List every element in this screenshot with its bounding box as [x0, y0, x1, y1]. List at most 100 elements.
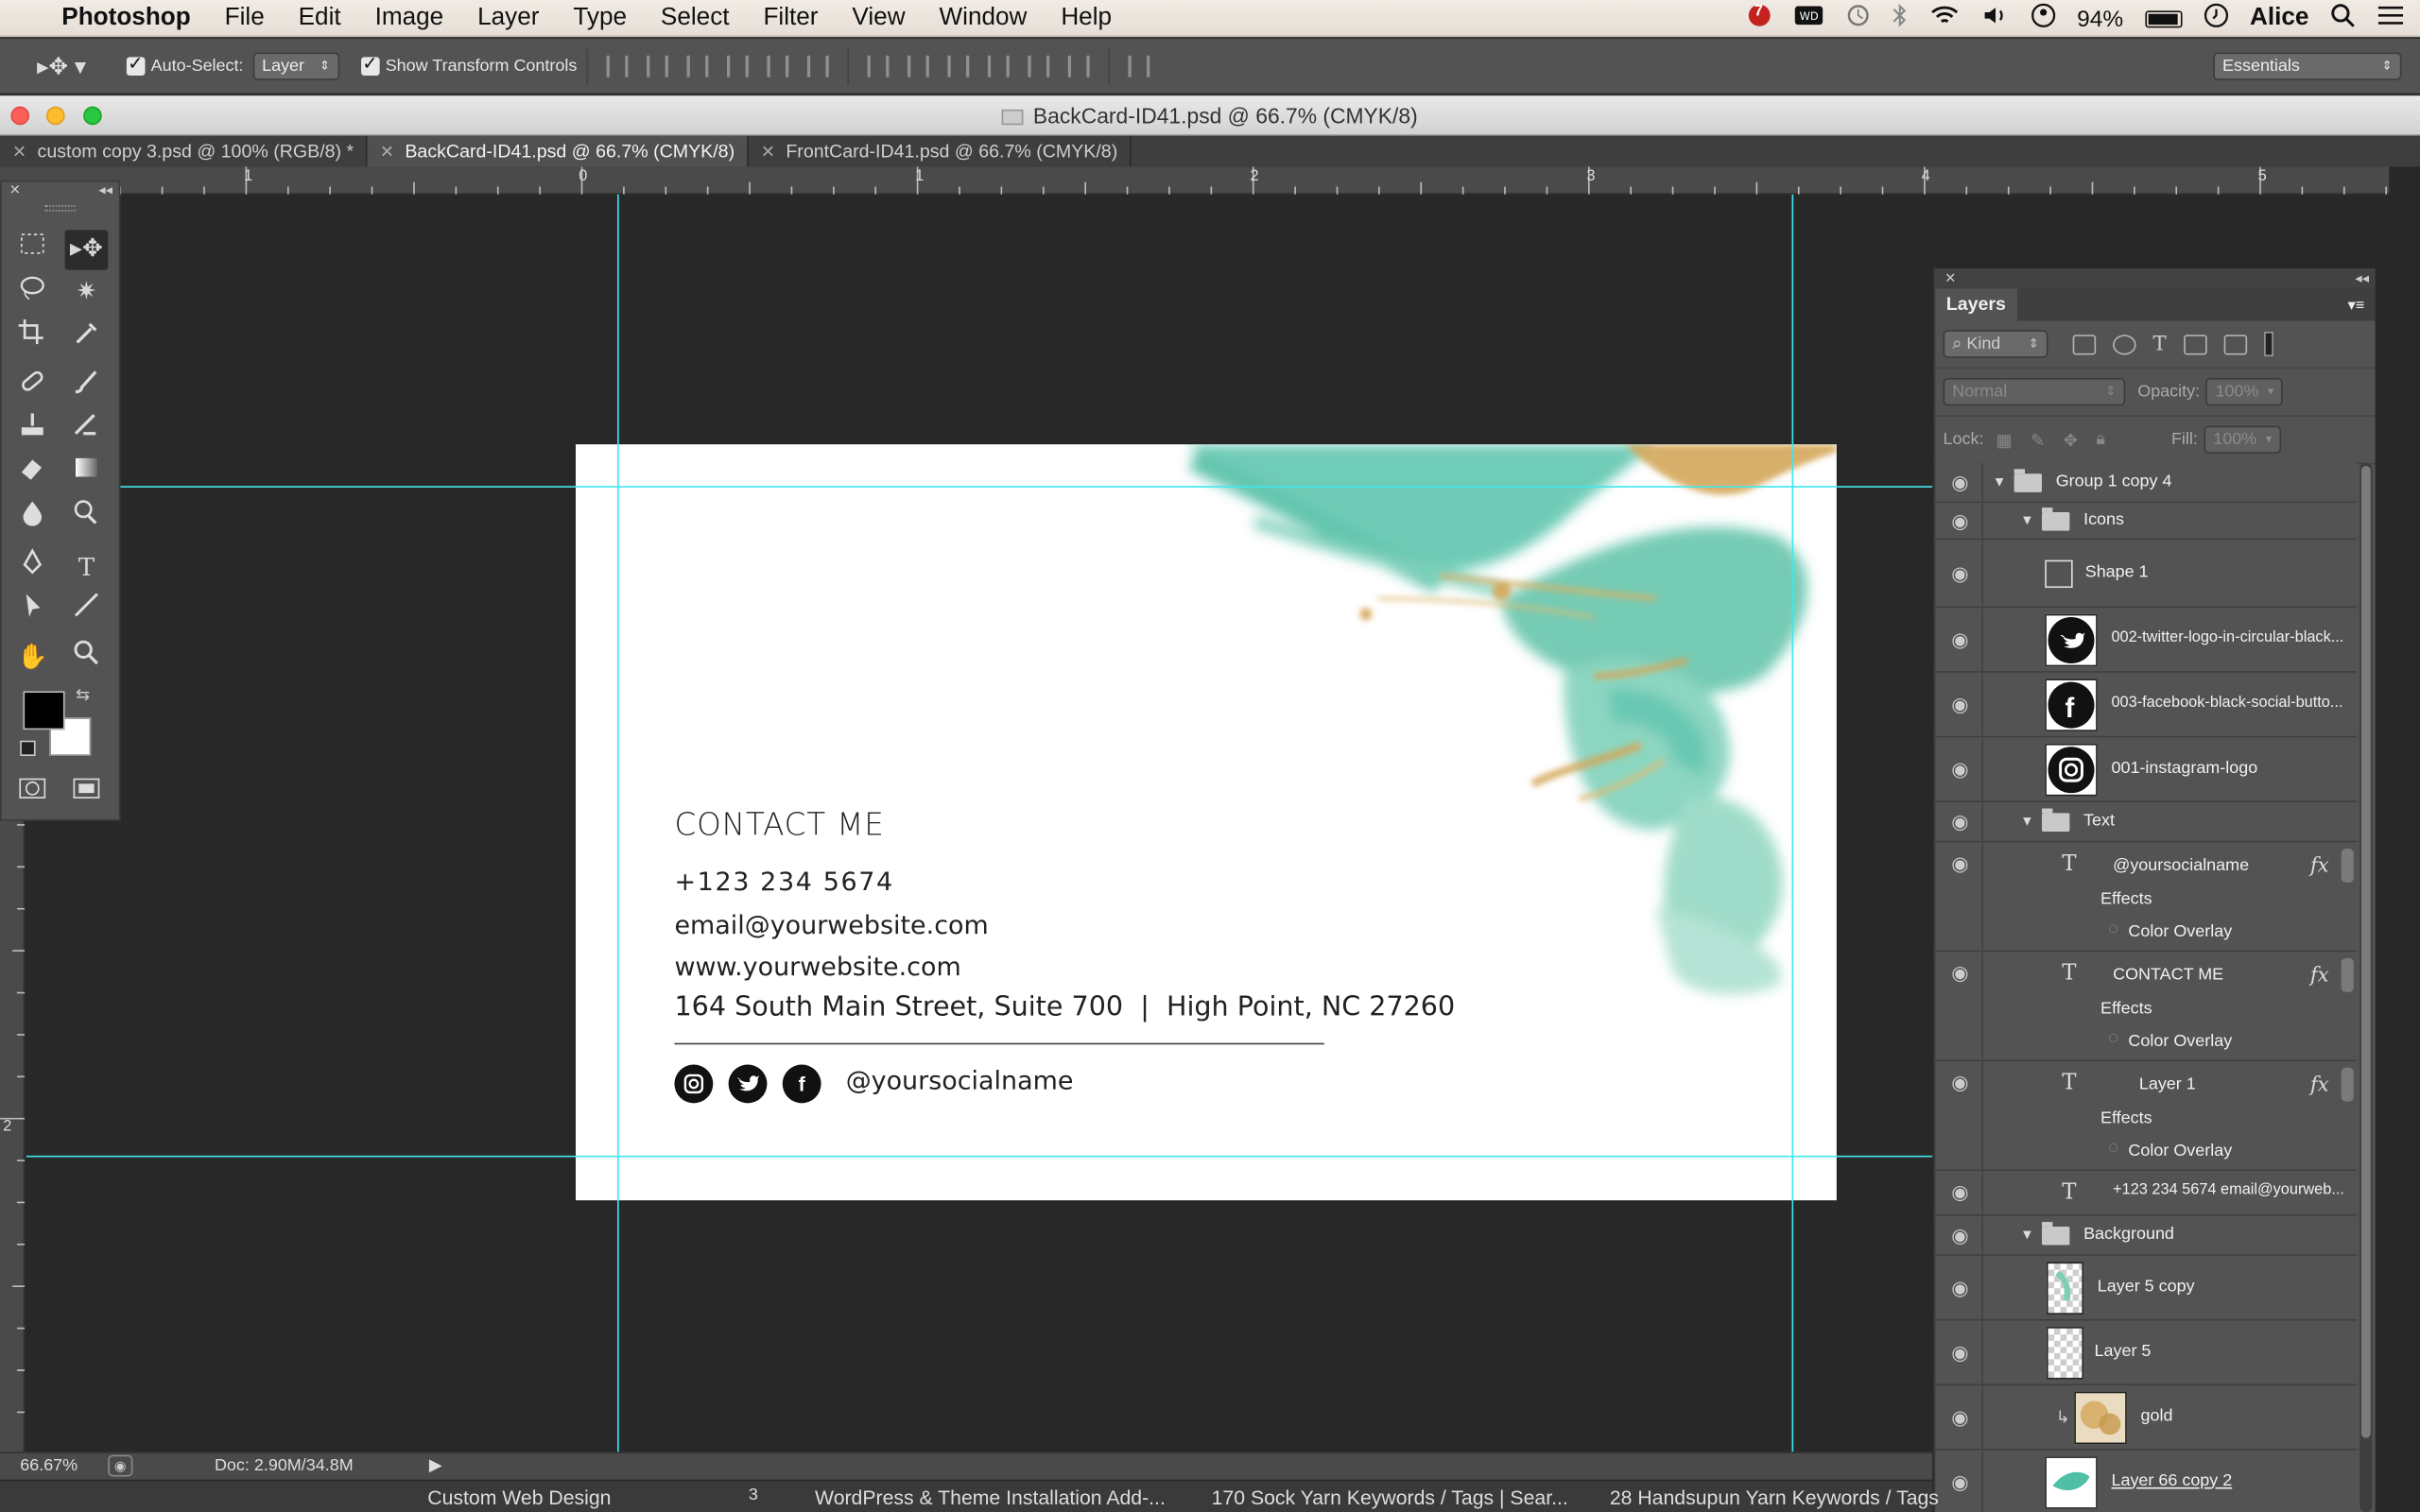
wd-drive-icon[interactable]: WD [1793, 5, 1824, 32]
align-right-icon[interactable] [806, 54, 829, 77]
menu-help[interactable]: Help [1061, 4, 1112, 31]
collapse-panel-icon[interactable]: ◂◂ [2355, 268, 2369, 287]
visibility-toggle[interactable]: ◉ [1935, 608, 1983, 672]
move-tool-icon[interactable]: ▸✥ [64, 230, 109, 270]
user-sync-icon[interactable] [2031, 3, 2055, 34]
clock-icon[interactable] [2204, 3, 2228, 34]
color-overlay-label[interactable]: Color Overlay [2128, 1142, 2232, 1160]
layer-row-layer5copy[interactable]: ◉ Layer 5 copy [1935, 1255, 2358, 1321]
doc-size[interactable]: Doc: 2.90M/34.8M [215, 1456, 354, 1475]
layer-row-gold[interactable]: ◉ ↳ gold [1935, 1385, 2358, 1451]
layer-row-text-social[interactable]: ◉ T @yoursocialname fx Effects ◌ Color O… [1935, 842, 2358, 953]
eye-icon[interactable]: ◉ [1947, 757, 1972, 782]
lasso-tool-icon[interactable] [10, 273, 54, 313]
eye-icon[interactable]: ◉ [1947, 1223, 1972, 1247]
gradient-tool-icon[interactable] [65, 454, 109, 493]
expand-triangle-icon[interactable]: ▼ [2020, 511, 2034, 526]
blur-tool-icon[interactable] [10, 498, 54, 538]
layer-name[interactable]: 003-facebook-black-social-butto... [2111, 694, 2342, 711]
effect-visibility-icon[interactable]: ◌ [2108, 1139, 2118, 1158]
close-window-button[interactable] [10, 106, 30, 126]
layer-row-icons-folder[interactable]: ◉ ▼ Icons [1935, 503, 2358, 541]
layer-name[interactable]: +123 234 5674 email@yourweb... [2113, 1182, 2344, 1199]
expand-triangle-icon[interactable]: ▼ [1993, 472, 2007, 488]
notification-center-icon[interactable] [2377, 5, 2404, 32]
layer-name[interactable]: @yoursocialname [2113, 856, 2249, 875]
menu-layer[interactable]: Layer [477, 4, 539, 31]
crop-tool-icon[interactable] [10, 318, 54, 357]
visibility-toggle[interactable]: ◉ [1935, 1171, 1983, 1214]
guide-horizontal[interactable] [26, 486, 1933, 488]
align-top-icon[interactable] [606, 54, 629, 77]
auto-select-dropdown[interactable]: Layer ⇕ [252, 51, 339, 80]
guide-vertical[interactable] [617, 194, 619, 1452]
layer-name[interactable]: gold [2140, 1406, 2172, 1425]
visibility-toggle[interactable]: ◉ [1935, 952, 1983, 1060]
layer-name[interactable]: Layer 5 [2095, 1342, 2152, 1361]
filter-kind-dropdown[interactable]: ⌕ Kind ⇕ [1943, 330, 2048, 358]
effect-visibility-icon[interactable]: ◌ [2108, 1029, 2118, 1048]
layer-name[interactable]: CONTACT ME [2113, 966, 2223, 985]
time-machine-icon[interactable] [1845, 3, 1870, 34]
layer-name[interactable]: 002-twitter-logo-in-circular-black... [2111, 628, 2343, 645]
layer-name[interactable]: Layer 1 [2139, 1075, 2196, 1094]
horizontal-ruler[interactable]: 1 0 1 2 3 4 5 [0, 166, 2390, 195]
foreground-color-swatch[interactable] [23, 691, 65, 730]
pen-tool-icon[interactable] [10, 548, 54, 588]
swap-colors-icon[interactable]: ⇆ [76, 685, 90, 706]
layer-name[interactable]: Layer 5 copy [2098, 1277, 2195, 1296]
notification-badge-icon[interactable]: 7 [1740, 3, 1772, 34]
layer-name[interactable]: Group 1 copy 4 [2056, 472, 2172, 490]
fx-icon[interactable]: fx [2310, 854, 2329, 877]
distribute-hcenter-icon[interactable] [1028, 54, 1049, 77]
screen-mode-icon[interactable] [65, 775, 109, 815]
align-bottom-icon[interactable] [686, 54, 709, 77]
collapse-panel-icon[interactable]: ◂◂ [98, 182, 112, 198]
battery-percent[interactable]: 94% [2077, 6, 2123, 32]
visibility-toggle[interactable]: ◉ [1935, 1215, 1983, 1255]
magic-wand-tool-icon[interactable]: ✷ [65, 273, 109, 313]
filter-adjustment-icon[interactable] [2113, 334, 2136, 354]
filter-shape-icon[interactable] [2183, 334, 2207, 354]
status-menu-arrow-icon[interactable]: ▶ [429, 1455, 442, 1475]
taskbar-item[interactable]: 170 Sock Yarn Keywords / Tags | Sear... [1212, 1486, 1568, 1508]
menu-filter[interactable]: Filter [763, 4, 818, 31]
guide-vertical[interactable] [1791, 194, 1794, 1452]
layer-row-twitter[interactable]: ◉ 002-twitter-logo-in-circular-black... [1935, 608, 2358, 673]
layer-row-group[interactable]: ◉ ▼ Group 1 copy 4 [1935, 462, 2358, 504]
eye-icon[interactable]: ◉ [1947, 470, 1972, 494]
clone-stamp-tool-icon[interactable] [10, 410, 54, 450]
visibility-toggle[interactable]: ◉ [1935, 1255, 1983, 1319]
eye-icon[interactable]: ◉ [1947, 1340, 1972, 1365]
distribute-vcenter-icon[interactable] [907, 54, 929, 77]
effects-collapse-handle[interactable] [2341, 957, 2354, 992]
quick-mask-icon[interactable] [10, 775, 54, 815]
menu-edit[interactable]: Edit [299, 4, 341, 31]
eye-icon[interactable]: ◉ [1947, 851, 1972, 876]
brush-tool-icon[interactable] [65, 368, 109, 407]
distribute-right-icon[interactable] [1067, 54, 1090, 77]
eye-icon[interactable]: ◉ [1947, 1180, 1972, 1205]
color-overlay-label[interactable]: Color Overlay [2128, 922, 2232, 941]
eraser-tool-icon[interactable] [10, 454, 54, 493]
layer-row-background-folder[interactable]: ◉ ▼ Background [1935, 1215, 2358, 1256]
eye-icon[interactable]: ◉ [1947, 560, 1972, 585]
close-tab-icon[interactable]: ✕ [380, 144, 394, 163]
tab-frontcard[interactable]: ✕ FrontCard-ID41.psd @ 66.7% (CMYK/8) [749, 135, 1132, 167]
filter-pixel-icon[interactable] [2072, 334, 2097, 354]
workspace-dropdown[interactable]: Essentials ⇕ [2213, 51, 2402, 80]
tools-panel-header[interactable]: ✕ ◂◂ [2, 182, 119, 198]
zoom-window-button[interactable] [83, 106, 102, 126]
visibility-toggle[interactable]: ◉ [1935, 503, 1983, 539]
user-name[interactable]: Alice [2250, 5, 2308, 32]
layer-name[interactable]: Layer 66 copy 2 [2111, 1471, 2232, 1490]
tab-custom-copy[interactable]: ✕ custom copy 3.psd @ 100% (RGB/8) * [0, 135, 368, 167]
distribute-left-icon[interactable] [987, 54, 1010, 77]
auto-align-icon[interactable] [1128, 54, 1150, 77]
layers-panel-header[interactable]: ✕ ◂◂ [1935, 268, 2376, 287]
visibility-toggle[interactable]: ◉ [1935, 737, 1983, 801]
history-brush-tool-icon[interactable] [65, 410, 109, 450]
expand-triangle-icon[interactable]: ▼ [2020, 813, 2034, 828]
align-vcenter-icon[interactable] [646, 54, 668, 77]
bluetooth-icon[interactable] [1892, 3, 1907, 34]
